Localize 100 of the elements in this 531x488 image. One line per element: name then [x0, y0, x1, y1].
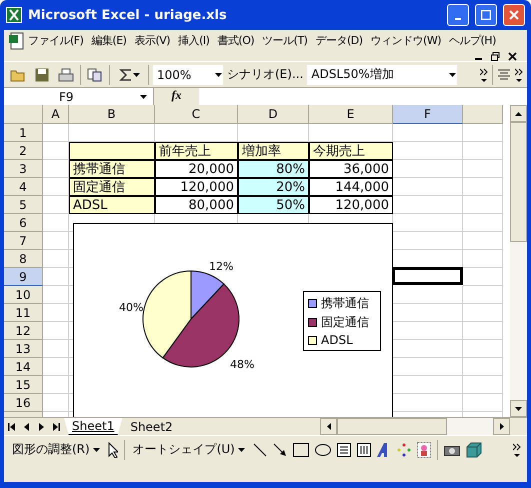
- column-header[interactable]: A: [43, 105, 69, 124]
- more-icon[interactable]: [480, 68, 488, 82]
- scroll-right-button[interactable]: [493, 418, 510, 435]
- zoom-field[interactable]: 100%: [153, 64, 223, 84]
- grid-cell[interactable]: [463, 340, 503, 358]
- scrollbar-thumb[interactable]: [510, 122, 527, 242]
- autoshapes-button[interactable]: オートシェイプ(U): [130, 441, 247, 458]
- grid-cell[interactable]: [463, 232, 503, 250]
- scroll-up-button[interactable]: [510, 105, 527, 122]
- worksheet-icon[interactable]: [8, 32, 24, 50]
- row-header[interactable]: 3: [4, 160, 43, 178]
- column-header[interactable]: B: [69, 105, 155, 124]
- grid-cell[interactable]: [463, 124, 503, 142]
- column-header[interactable]: [463, 105, 503, 124]
- sheet-tab[interactable]: Sheet1: [64, 418, 122, 435]
- function-button[interactable]: fx: [154, 88, 199, 105]
- maximize-button[interactable]: [475, 4, 497, 26]
- clip-art-icon[interactable]: [416, 442, 431, 458]
- restore-icon[interactable]: [491, 52, 500, 61]
- grid-cell[interactable]: [393, 178, 463, 196]
- select-all-corner[interactable]: [4, 105, 43, 124]
- grid-cell[interactable]: [43, 304, 69, 322]
- row-header[interactable]: 15: [4, 376, 43, 394]
- grid-cell[interactable]: [463, 268, 503, 286]
- grid-cell[interactable]: [463, 286, 503, 304]
- grid-cell[interactable]: [43, 376, 69, 394]
- menu-item[interactable]: ツール(T): [258, 32, 312, 50]
- menu-item[interactable]: 編集(E): [87, 32, 130, 50]
- column-header[interactable]: D: [238, 105, 309, 124]
- scenario-field[interactable]: ADSL50%増加: [307, 64, 458, 84]
- grid-cell[interactable]: [43, 394, 69, 412]
- close-button[interactable]: [503, 4, 525, 26]
- column-header[interactable]: E: [309, 105, 393, 124]
- grid-cell[interactable]: [393, 124, 463, 142]
- scroll-down-button[interactable]: [510, 400, 527, 417]
- active-cell[interactable]: [392, 267, 463, 285]
- grid-cell[interactable]: [463, 178, 503, 196]
- menu-item[interactable]: ヘルプ(H): [445, 32, 500, 50]
- row-header[interactable]: 10: [4, 286, 43, 304]
- grid-cell[interactable]: [43, 124, 69, 142]
- diagram-icon[interactable]: [396, 442, 411, 456]
- row-header[interactable]: 7: [4, 232, 43, 250]
- menu-item[interactable]: 挿入(I): [174, 32, 214, 50]
- more-icon[interactable]: [513, 442, 521, 456]
- grid-cell[interactable]: [43, 322, 69, 340]
- column-header[interactable]: F: [393, 105, 463, 124]
- grid-cell[interactable]: [463, 214, 503, 232]
- grid-cell[interactable]: [43, 286, 69, 304]
- minimize-button[interactable]: [447, 4, 469, 26]
- grid-cell[interactable]: [463, 142, 503, 160]
- grid-cell[interactable]: [43, 232, 69, 250]
- menu-item[interactable]: 表示(V): [130, 32, 174, 50]
- grid-cell[interactable]: [393, 214, 463, 232]
- close-icon[interactable]: [508, 52, 517, 61]
- cube-icon[interactable]: [466, 442, 482, 458]
- grid-cell[interactable]: [43, 358, 69, 376]
- row-header[interactable]: 13: [4, 340, 43, 358]
- more-icon[interactable]: [515, 68, 523, 82]
- grid-cell[interactable]: [393, 196, 463, 214]
- column-header[interactable]: C: [155, 105, 238, 124]
- row-header[interactable]: 4: [4, 178, 43, 196]
- camera-icon[interactable]: [444, 444, 460, 456]
- row-header[interactable]: 16: [4, 394, 43, 412]
- grid-cell[interactable]: [463, 394, 503, 412]
- text-box-icon[interactable]: [336, 442, 351, 456]
- scroll-left-button[interactable]: [320, 418, 337, 435]
- row-header[interactable]: 2: [4, 142, 43, 160]
- oval-icon[interactable]: [314, 444, 331, 456]
- arrow-icon[interactable]: [272, 442, 287, 456]
- grid-cell[interactable]: [463, 160, 503, 178]
- menu-item[interactable]: データ(D): [311, 32, 367, 50]
- grid-cell[interactable]: [463, 322, 503, 340]
- grid-cell[interactable]: [43, 340, 69, 358]
- menu-item[interactable]: ファイル(F): [24, 32, 88, 50]
- row-header[interactable]: 1: [4, 124, 43, 142]
- grid-cell[interactable]: [463, 304, 503, 322]
- grid-cell[interactable]: [393, 160, 463, 178]
- grid-cell[interactable]: [463, 250, 503, 268]
- menu-item[interactable]: ウィンドウ(W): [366, 32, 445, 50]
- scrollbar-thumb[interactable]: [337, 418, 447, 435]
- menu-item[interactable]: 書式(O): [213, 32, 258, 50]
- line-icon[interactable]: [252, 442, 267, 456]
- pointer-icon[interactable]: [108, 442, 118, 458]
- grid-cell[interactable]: [43, 250, 69, 268]
- rectangle-icon[interactable]: [292, 442, 309, 456]
- grid-cell[interactable]: [43, 268, 69, 286]
- grid-cell[interactable]: [463, 196, 503, 214]
- vertical-text-box-icon[interactable]: [356, 442, 371, 456]
- row-header[interactable]: 11: [4, 304, 43, 322]
- draw-menu-button[interactable]: 図形の調整(R): [10, 441, 102, 458]
- grid-cell[interactable]: [393, 142, 463, 160]
- grid-cell[interactable]: [43, 214, 69, 232]
- align-center-icon[interactable]: [497, 68, 511, 80]
- row-header[interactable]: 8: [4, 250, 43, 268]
- row-header[interactable]: 12: [4, 322, 43, 340]
- row-header[interactable]: 9: [4, 268, 43, 286]
- row-header[interactable]: 5: [4, 196, 43, 214]
- grid-cell[interactable]: [463, 376, 503, 394]
- row-header[interactable]: 14: [4, 358, 43, 376]
- row-header[interactable]: 6: [4, 214, 43, 232]
